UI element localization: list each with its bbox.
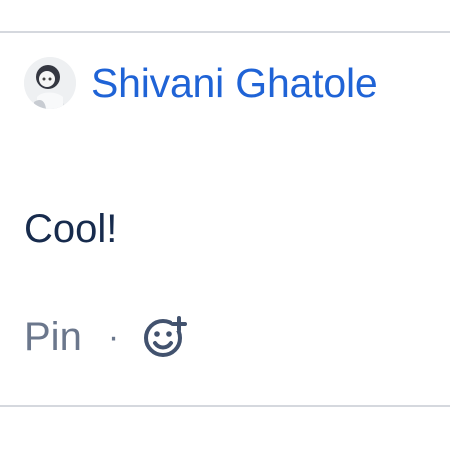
add-reaction-icon xyxy=(144,316,189,357)
comment-actions: Pin · xyxy=(24,309,189,365)
author-name-link[interactable]: Shivani Ghatole xyxy=(91,59,378,107)
comment-author-row: Shivani Ghatole xyxy=(24,55,378,111)
comment-text: Cool! xyxy=(24,207,118,251)
bottom-divider xyxy=(0,405,450,407)
user-avatar-icon xyxy=(24,57,76,109)
action-separator: · xyxy=(107,318,120,356)
author-avatar[interactable] xyxy=(24,57,76,109)
pin-button[interactable]: Pin xyxy=(24,313,82,361)
add-reaction-button[interactable] xyxy=(141,313,189,361)
